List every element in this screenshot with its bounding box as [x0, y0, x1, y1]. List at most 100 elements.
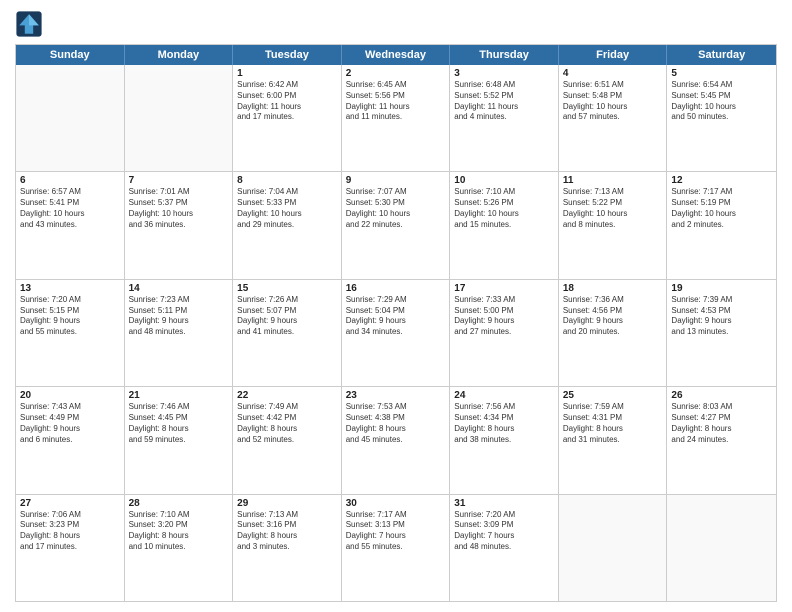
- cell-daylight-info: Sunrise: 8:03 AM Sunset: 4:27 PM Dayligh…: [671, 402, 772, 445]
- cell-daylight-info: Sunrise: 7:23 AM Sunset: 5:11 PM Dayligh…: [129, 295, 229, 338]
- calendar-cell: 27Sunrise: 7:06 AM Sunset: 3:23 PM Dayli…: [16, 495, 125, 601]
- cell-daylight-info: Sunrise: 7:13 AM Sunset: 3:16 PM Dayligh…: [237, 510, 337, 553]
- cell-daylight-info: Sunrise: 7:39 AM Sunset: 4:53 PM Dayligh…: [671, 295, 772, 338]
- cell-daylight-info: Sunrise: 7:10 AM Sunset: 3:20 PM Dayligh…: [129, 510, 229, 553]
- cell-daylight-info: Sunrise: 6:54 AM Sunset: 5:45 PM Dayligh…: [671, 80, 772, 123]
- calendar-cell: 8Sunrise: 7:04 AM Sunset: 5:33 PM Daylig…: [233, 172, 342, 278]
- cell-daylight-info: Sunrise: 6:57 AM Sunset: 5:41 PM Dayligh…: [20, 187, 120, 230]
- calendar-cell: 5Sunrise: 6:54 AM Sunset: 5:45 PM Daylig…: [667, 65, 776, 171]
- cell-daylight-info: Sunrise: 7:01 AM Sunset: 5:37 PM Dayligh…: [129, 187, 229, 230]
- cell-daylight-info: Sunrise: 7:20 AM Sunset: 3:09 PM Dayligh…: [454, 510, 554, 553]
- calendar-cell: 30Sunrise: 7:17 AM Sunset: 3:13 PM Dayli…: [342, 495, 451, 601]
- logo: [15, 10, 47, 38]
- calendar-week-2: 6Sunrise: 6:57 AM Sunset: 5:41 PM Daylig…: [16, 172, 776, 279]
- calendar-cell: 28Sunrise: 7:10 AM Sunset: 3:20 PM Dayli…: [125, 495, 234, 601]
- calendar-cell: 7Sunrise: 7:01 AM Sunset: 5:37 PM Daylig…: [125, 172, 234, 278]
- calendar-cell: 2Sunrise: 6:45 AM Sunset: 5:56 PM Daylig…: [342, 65, 451, 171]
- calendar-cell: 15Sunrise: 7:26 AM Sunset: 5:07 PM Dayli…: [233, 280, 342, 386]
- day-number: 20: [20, 390, 120, 401]
- calendar-cell: 14Sunrise: 7:23 AM Sunset: 5:11 PM Dayli…: [125, 280, 234, 386]
- cell-daylight-info: Sunrise: 7:43 AM Sunset: 4:49 PM Dayligh…: [20, 402, 120, 445]
- cell-daylight-info: Sunrise: 7:29 AM Sunset: 5:04 PM Dayligh…: [346, 295, 446, 338]
- calendar-cell: [16, 65, 125, 171]
- cell-daylight-info: Sunrise: 7:46 AM Sunset: 4:45 PM Dayligh…: [129, 402, 229, 445]
- day-number: 26: [671, 390, 772, 401]
- header-day-monday: Monday: [125, 45, 234, 65]
- calendar: SundayMondayTuesdayWednesdayThursdayFrid…: [15, 44, 777, 602]
- header-day-tuesday: Tuesday: [233, 45, 342, 65]
- cell-daylight-info: Sunrise: 7:17 AM Sunset: 3:13 PM Dayligh…: [346, 510, 446, 553]
- day-number: 28: [129, 498, 229, 509]
- day-number: 15: [237, 283, 337, 294]
- day-number: 23: [346, 390, 446, 401]
- day-number: 3: [454, 68, 554, 79]
- cell-daylight-info: Sunrise: 7:04 AM Sunset: 5:33 PM Dayligh…: [237, 187, 337, 230]
- cell-daylight-info: Sunrise: 6:51 AM Sunset: 5:48 PM Dayligh…: [563, 80, 663, 123]
- day-number: 29: [237, 498, 337, 509]
- header-day-sunday: Sunday: [16, 45, 125, 65]
- calendar-cell: 16Sunrise: 7:29 AM Sunset: 5:04 PM Dayli…: [342, 280, 451, 386]
- cell-daylight-info: Sunrise: 6:48 AM Sunset: 5:52 PM Dayligh…: [454, 80, 554, 123]
- header-day-thursday: Thursday: [450, 45, 559, 65]
- day-number: 30: [346, 498, 446, 509]
- day-number: 16: [346, 283, 446, 294]
- cell-daylight-info: Sunrise: 7:33 AM Sunset: 5:00 PM Dayligh…: [454, 295, 554, 338]
- day-number: 25: [563, 390, 663, 401]
- day-number: 13: [20, 283, 120, 294]
- day-number: 19: [671, 283, 772, 294]
- day-number: 6: [20, 175, 120, 186]
- calendar-cell: 21Sunrise: 7:46 AM Sunset: 4:45 PM Dayli…: [125, 387, 234, 493]
- day-number: 27: [20, 498, 120, 509]
- cell-daylight-info: Sunrise: 7:59 AM Sunset: 4:31 PM Dayligh…: [563, 402, 663, 445]
- cell-daylight-info: Sunrise: 6:45 AM Sunset: 5:56 PM Dayligh…: [346, 80, 446, 123]
- calendar-cell: 22Sunrise: 7:49 AM Sunset: 4:42 PM Dayli…: [233, 387, 342, 493]
- cell-daylight-info: Sunrise: 7:13 AM Sunset: 5:22 PM Dayligh…: [563, 187, 663, 230]
- day-number: 24: [454, 390, 554, 401]
- day-number: 8: [237, 175, 337, 186]
- cell-daylight-info: Sunrise: 7:36 AM Sunset: 4:56 PM Dayligh…: [563, 295, 663, 338]
- header-day-wednesday: Wednesday: [342, 45, 451, 65]
- calendar-cell: 9Sunrise: 7:07 AM Sunset: 5:30 PM Daylig…: [342, 172, 451, 278]
- calendar-cell: 6Sunrise: 6:57 AM Sunset: 5:41 PM Daylig…: [16, 172, 125, 278]
- calendar-cell: 19Sunrise: 7:39 AM Sunset: 4:53 PM Dayli…: [667, 280, 776, 386]
- cell-daylight-info: Sunrise: 6:42 AM Sunset: 6:00 PM Dayligh…: [237, 80, 337, 123]
- calendar-cell: 20Sunrise: 7:43 AM Sunset: 4:49 PM Dayli…: [16, 387, 125, 493]
- day-number: 10: [454, 175, 554, 186]
- calendar-cell: 23Sunrise: 7:53 AM Sunset: 4:38 PM Dayli…: [342, 387, 451, 493]
- calendar-cell: 18Sunrise: 7:36 AM Sunset: 4:56 PM Dayli…: [559, 280, 668, 386]
- cell-daylight-info: Sunrise: 7:56 AM Sunset: 4:34 PM Dayligh…: [454, 402, 554, 445]
- calendar-cell: 3Sunrise: 6:48 AM Sunset: 5:52 PM Daylig…: [450, 65, 559, 171]
- day-number: 31: [454, 498, 554, 509]
- calendar-cell: 29Sunrise: 7:13 AM Sunset: 3:16 PM Dayli…: [233, 495, 342, 601]
- cell-daylight-info: Sunrise: 7:06 AM Sunset: 3:23 PM Dayligh…: [20, 510, 120, 553]
- calendar-cell: 11Sunrise: 7:13 AM Sunset: 5:22 PM Dayli…: [559, 172, 668, 278]
- cell-daylight-info: Sunrise: 7:20 AM Sunset: 5:15 PM Dayligh…: [20, 295, 120, 338]
- calendar-cell: [125, 65, 234, 171]
- page: SundayMondayTuesdayWednesdayThursdayFrid…: [0, 0, 792, 612]
- day-number: 1: [237, 68, 337, 79]
- calendar-week-5: 27Sunrise: 7:06 AM Sunset: 3:23 PM Dayli…: [16, 495, 776, 601]
- calendar-cell: 25Sunrise: 7:59 AM Sunset: 4:31 PM Dayli…: [559, 387, 668, 493]
- header-day-saturday: Saturday: [667, 45, 776, 65]
- header: [15, 10, 777, 38]
- cell-daylight-info: Sunrise: 7:53 AM Sunset: 4:38 PM Dayligh…: [346, 402, 446, 445]
- calendar-body: 1Sunrise: 6:42 AM Sunset: 6:00 PM Daylig…: [16, 65, 776, 601]
- day-number: 14: [129, 283, 229, 294]
- day-number: 5: [671, 68, 772, 79]
- cell-daylight-info: Sunrise: 7:49 AM Sunset: 4:42 PM Dayligh…: [237, 402, 337, 445]
- day-number: 11: [563, 175, 663, 186]
- calendar-cell: 10Sunrise: 7:10 AM Sunset: 5:26 PM Dayli…: [450, 172, 559, 278]
- calendar-header: SundayMondayTuesdayWednesdayThursdayFrid…: [16, 45, 776, 65]
- calendar-cell: 4Sunrise: 6:51 AM Sunset: 5:48 PM Daylig…: [559, 65, 668, 171]
- day-number: 21: [129, 390, 229, 401]
- calendar-cell: [667, 495, 776, 601]
- calendar-week-1: 1Sunrise: 6:42 AM Sunset: 6:00 PM Daylig…: [16, 65, 776, 172]
- logo-icon: [15, 10, 43, 38]
- calendar-week-3: 13Sunrise: 7:20 AM Sunset: 5:15 PM Dayli…: [16, 280, 776, 387]
- calendar-cell: 13Sunrise: 7:20 AM Sunset: 5:15 PM Dayli…: [16, 280, 125, 386]
- calendar-cell: 1Sunrise: 6:42 AM Sunset: 6:00 PM Daylig…: [233, 65, 342, 171]
- day-number: 12: [671, 175, 772, 186]
- calendar-cell: 31Sunrise: 7:20 AM Sunset: 3:09 PM Dayli…: [450, 495, 559, 601]
- cell-daylight-info: Sunrise: 7:17 AM Sunset: 5:19 PM Dayligh…: [671, 187, 772, 230]
- cell-daylight-info: Sunrise: 7:10 AM Sunset: 5:26 PM Dayligh…: [454, 187, 554, 230]
